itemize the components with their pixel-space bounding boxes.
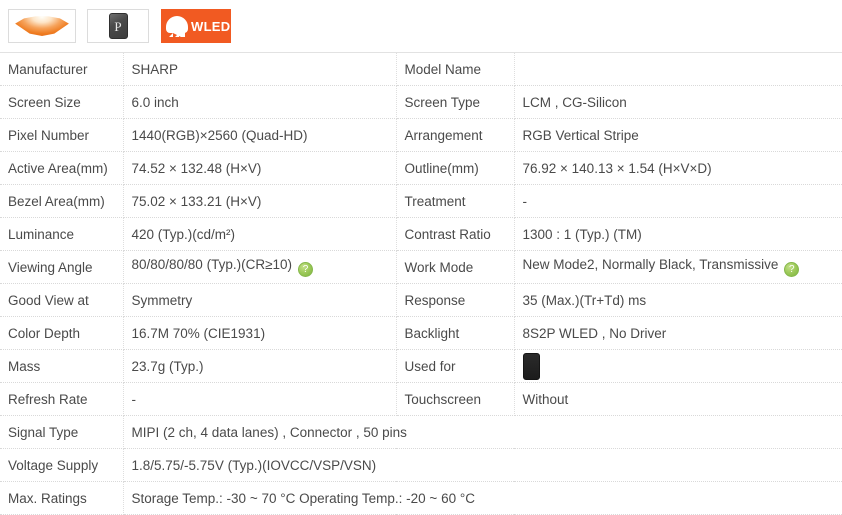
spec-label: Work Mode: [396, 250, 515, 284]
spec-value: -: [514, 184, 842, 218]
badge-icon-strip: P WLED: [0, 0, 842, 52]
spec-label: Voltage Supply: [0, 448, 124, 482]
spec-label: Viewing Angle: [0, 250, 124, 284]
spec-value: 80/80/80/80 (Typ.)(CR≥10): [131, 257, 292, 272]
table-row: Max. Ratings Storage Temp.: -30 ~ 70 °C …: [0, 481, 842, 515]
table-row: Pixel Number 1440(RGB)×2560 (Quad-HD) Ar…: [0, 118, 842, 152]
table-row: Color Depth 16.7M 70% (CIE1931) Backligh…: [0, 316, 842, 350]
spec-label: Outline(mm): [396, 151, 515, 185]
table-row: Voltage Supply 1.8/5.75/-5.75V (Typ.)(IO…: [0, 448, 842, 482]
spec-label: Color Depth: [0, 316, 124, 350]
spec-value: -: [123, 382, 397, 416]
table-row: Good View at Symmetry Response 35 (Max.)…: [0, 283, 842, 317]
spec-table-body: Manufacturer SHARP Model Name Screen Siz…: [0, 52, 842, 515]
spec-value: 1440(RGB)×2560 (Quad-HD): [123, 118, 397, 152]
spec-value: 76.92 × 140.13 × 1.54 (H×V×D): [514, 151, 842, 185]
spec-label: Mass: [0, 349, 124, 383]
spec-value: 16.7M 70% (CIE1931): [123, 316, 397, 350]
table-row: Active Area(mm) 74.52 × 132.48 (H×V) Out…: [0, 151, 842, 185]
spec-label: Manufacturer: [0, 52, 124, 86]
table-row: Bezel Area(mm) 75.02 × 133.21 (H×V) Trea…: [0, 184, 842, 218]
lightbulb-icon: [165, 15, 189, 37]
spec-value: LCM , CG-Silicon: [514, 85, 842, 119]
help-question-icon[interactable]: ?: [297, 262, 313, 277]
spec-value: MIPI (2 ch, 4 data lanes) , Connector , …: [123, 415, 842, 449]
spec-label: Backlight: [396, 316, 515, 350]
spec-value: Without: [514, 382, 842, 416]
spec-value: 6.0 inch: [123, 85, 397, 119]
table-row: Signal Type MIPI (2 ch, 4 data lanes) , …: [0, 415, 842, 449]
panel-letter: P: [114, 18, 122, 34]
spec-value: RGB Vertical Stripe: [514, 118, 842, 152]
smartphone-icon: [522, 352, 540, 380]
spec-label: Response: [396, 283, 515, 317]
spec-value-cell: [514, 349, 842, 383]
spec-label: Good View at: [0, 283, 124, 317]
spec-value: 75.02 × 133.21 (H×V): [123, 184, 397, 218]
spec-label: Screen Type: [396, 85, 515, 119]
spec-label: Refresh Rate: [0, 382, 124, 416]
spec-value: 420 (Typ.)(cd/m²): [123, 217, 397, 251]
table-row: Viewing Angle 80/80/80/80 (Typ.)(CR≥10)?…: [0, 250, 842, 284]
viewing-angle-lens-icon: [15, 16, 69, 36]
spec-label: Model Name: [396, 52, 515, 86]
spec-value: 74.52 × 132.48 (H×V): [123, 151, 397, 185]
wled-badge[interactable]: WLED: [160, 9, 232, 43]
spec-value-cell: New Mode2, Normally Black, Transmissive?: [514, 250, 842, 284]
spec-value-cell: 80/80/80/80 (Typ.)(CR≥10)?: [123, 250, 397, 284]
spec-value: SHARP: [123, 52, 397, 86]
spec-label: Treatment: [396, 184, 515, 218]
wled-label: WLED: [191, 18, 231, 34]
spec-label: Contrast Ratio: [396, 217, 515, 251]
panel-p-icon: P: [108, 13, 128, 39]
spec-label: Signal Type: [0, 415, 124, 449]
spec-label: Pixel Number: [0, 118, 124, 152]
help-question-icon[interactable]: ?: [784, 262, 800, 277]
spec-value: Storage Temp.: -30 ~ 70 °C Operating Tem…: [123, 481, 842, 515]
specification-table: Manufacturer SHARP Model Name Screen Siz…: [0, 52, 842, 515]
table-row: Manufacturer SHARP Model Name: [0, 52, 842, 86]
panel-type-badge[interactable]: P: [87, 9, 149, 43]
spec-value: 8S2P WLED , No Driver: [514, 316, 842, 350]
spec-label: Used for: [396, 349, 515, 383]
spec-label: Arrangement: [396, 118, 515, 152]
table-row: Refresh Rate - Touchscreen Without: [0, 382, 842, 416]
spec-label: Bezel Area(mm): [0, 184, 124, 218]
spec-label: Touchscreen: [396, 382, 515, 416]
spec-value: [514, 52, 842, 86]
table-row: Mass 23.7g (Typ.) Used for: [0, 349, 842, 383]
spec-value: 35 (Max.)(Tr+Td) ms: [514, 283, 842, 317]
spec-label: Screen Size: [0, 85, 124, 119]
viewing-angle-badge[interactable]: [8, 9, 76, 43]
spec-value: 1300 : 1 (Typ.) (TM): [514, 217, 842, 251]
spec-label: Luminance: [0, 217, 124, 251]
wled-banner: WLED: [161, 9, 231, 43]
spec-label: Max. Ratings: [0, 481, 124, 515]
table-row: Luminance 420 (Typ.)(cd/m²) Contrast Rat…: [0, 217, 842, 251]
spec-value: New Mode2, Normally Black, Transmissive: [522, 257, 779, 272]
spec-label: Active Area(mm): [0, 151, 124, 185]
table-row: Screen Size 6.0 inch Screen Type LCM , C…: [0, 85, 842, 119]
spec-value: 23.7g (Typ.): [123, 349, 397, 383]
spec-value: Symmetry: [123, 283, 397, 317]
spec-value: 1.8/5.75/-5.75V (Typ.)(IOVCC/VSP/VSN): [123, 448, 842, 482]
